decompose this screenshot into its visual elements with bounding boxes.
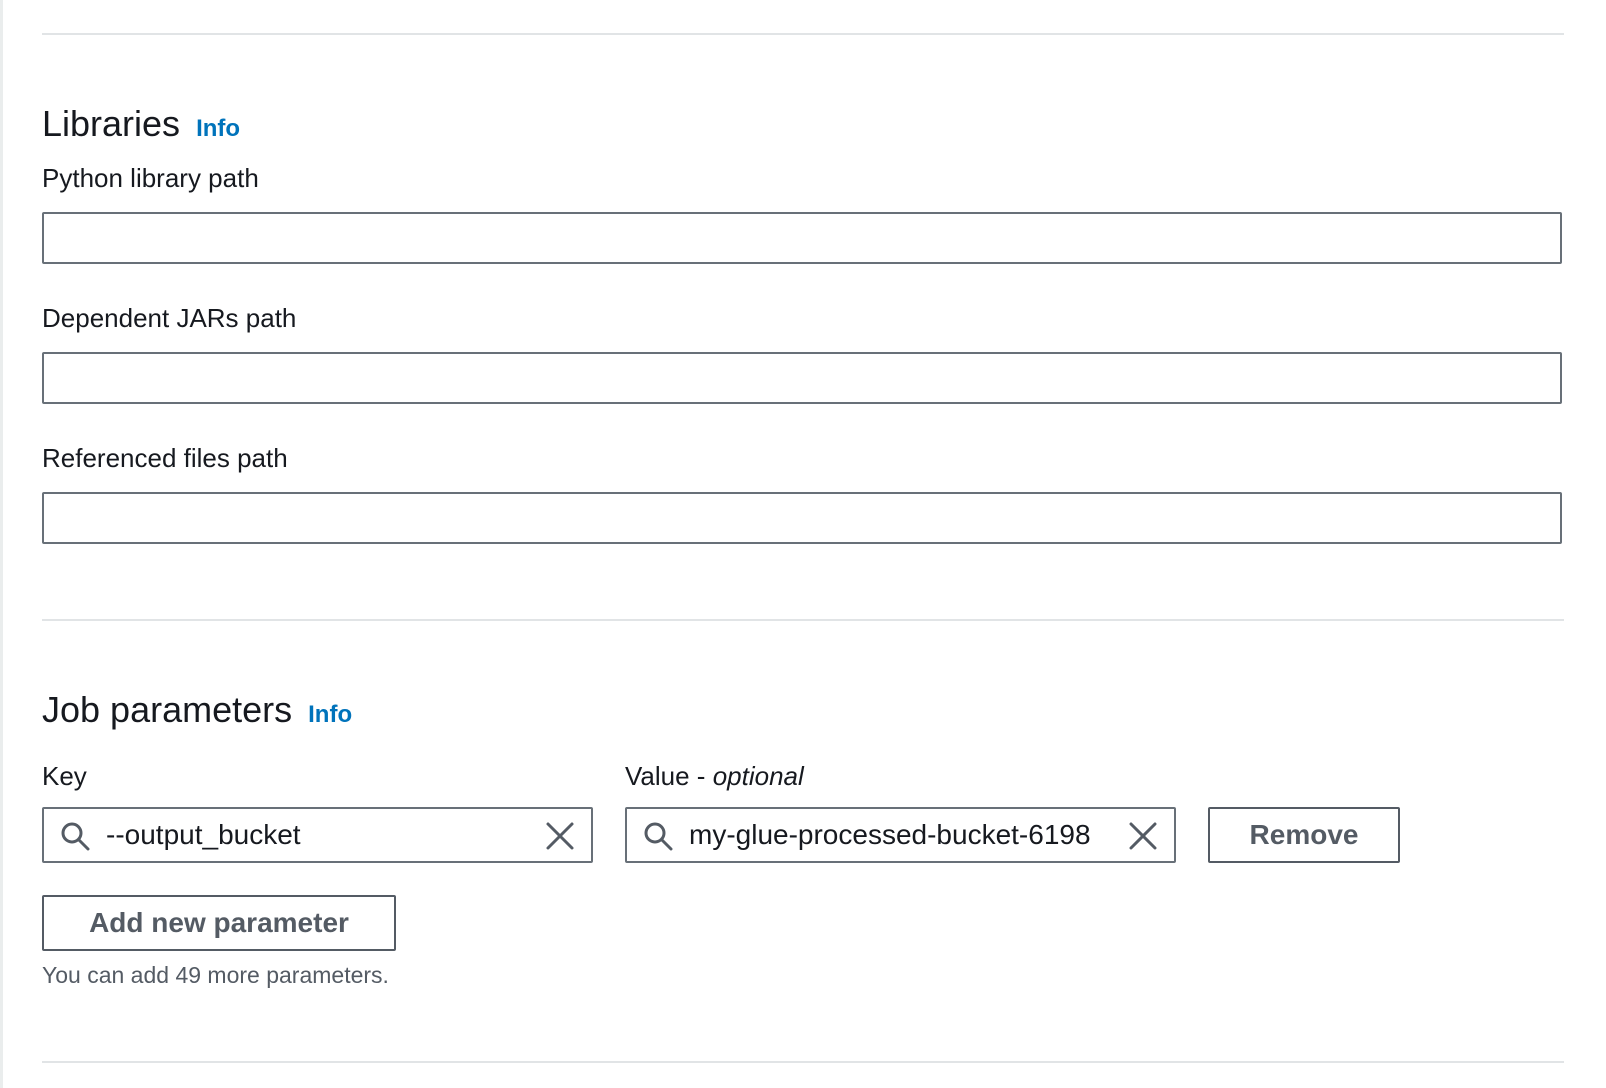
- libraries-heading: Libraries Info: [42, 102, 240, 151]
- dependent-jars-path-label: Dependent JARs path: [42, 303, 297, 333]
- python-library-path-input[interactable]: [42, 212, 1562, 264]
- section-divider: [42, 33, 1564, 35]
- value-input[interactable]: [689, 815, 1108, 855]
- close-icon[interactable]: [1128, 821, 1158, 851]
- key-label: Key: [42, 761, 87, 791]
- search-icon: [61, 822, 90, 851]
- value-autosuggest[interactable]: [625, 807, 1176, 863]
- section-divider: [42, 1061, 1564, 1063]
- close-icon[interactable]: [545, 821, 575, 851]
- section-divider: [42, 619, 1564, 621]
- value-label-optional: optional: [712, 761, 804, 791]
- job-parameters-title: Job parameters: [42, 689, 293, 730]
- libraries-info-link[interactable]: Info: [196, 115, 240, 142]
- remove-button[interactable]: Remove: [1208, 807, 1400, 863]
- job-parameters-heading: Job parameters Info: [42, 688, 352, 737]
- libraries-title: Libraries: [42, 103, 181, 144]
- value-label-text: Value -: [625, 761, 713, 791]
- key-autosuggest[interactable]: [42, 807, 593, 863]
- add-new-parameter-button[interactable]: Add new parameter: [42, 895, 396, 951]
- value-label: Value - optional: [625, 760, 804, 792]
- search-icon: [644, 822, 673, 851]
- dependent-jars-path-input[interactable]: [42, 352, 1562, 404]
- page-left-border: [0, 0, 3, 1088]
- job-parameters-info-link[interactable]: Info: [308, 701, 352, 728]
- referenced-files-path-label: Referenced files path: [42, 443, 288, 473]
- parameters-remaining-hint: You can add 49 more parameters.: [42, 962, 389, 988]
- python-library-path-label: Python library path: [42, 163, 259, 193]
- referenced-files-path-input[interactable]: [42, 492, 1562, 544]
- key-input[interactable]: [106, 815, 525, 855]
